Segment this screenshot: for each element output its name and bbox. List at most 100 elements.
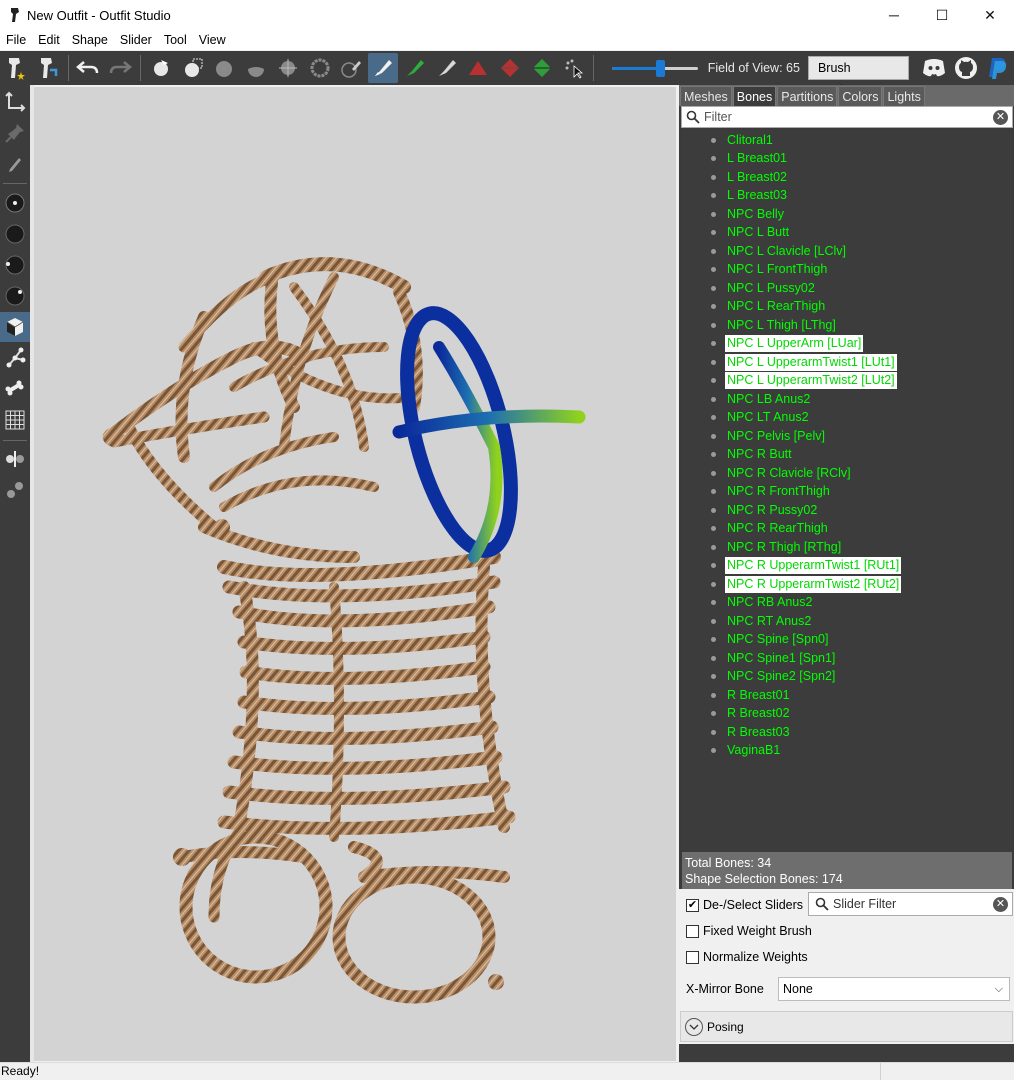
alpha-brush-button[interactable]	[432, 53, 462, 83]
sphere-point-icon	[5, 193, 25, 213]
show-bones-button[interactable]	[0, 374, 30, 404]
symmetric-view-button[interactable]	[0, 444, 30, 474]
bone-list-item[interactable]: NPC RB Anus2	[682, 594, 814, 612]
menu-slider[interactable]: Slider	[114, 30, 158, 50]
bone-filter-input[interactable]: Filter ✕	[681, 106, 1013, 128]
fixed-weight-brush-checkbox[interactable]	[686, 924, 699, 938]
bone-list-item[interactable]: NPC LB Anus2	[682, 390, 812, 408]
bone-list-item[interactable]: NPC R Thigh [RThg]	[682, 538, 843, 556]
bone-list-item[interactable]: NPC R RearThigh	[682, 520, 830, 538]
deflate-brush-button[interactable]	[241, 53, 271, 83]
close-button[interactable]: ✕	[966, 0, 1014, 30]
tab-meshes[interactable]: Meshes	[680, 86, 732, 106]
bone-list-item[interactable]: NPC L UpperarmTwist1 [LUt1]	[682, 353, 897, 371]
bone-list-item[interactable]: NPC R Clavicle [RClv]	[682, 464, 853, 482]
bone-list-item[interactable]: NPC R Pussy02	[682, 501, 819, 519]
load-reference-button[interactable]	[33, 53, 63, 83]
show-shading-button[interactable]	[0, 281, 30, 311]
bone-list-item[interactable]: NPC L FrontThigh	[682, 261, 829, 279]
smooth-brush-button[interactable]	[305, 53, 335, 83]
select-tool-button[interactable]	[146, 53, 176, 83]
discord-button[interactable]	[920, 53, 950, 83]
normalize-weights-option[interactable]: Normalize Weights	[686, 950, 808, 964]
clear-filter-icon[interactable]: ✕	[993, 110, 1008, 125]
tab-partitions[interactable]: Partitions	[777, 86, 838, 106]
deselect-sliders-checkbox[interactable]: ✔	[686, 898, 699, 912]
deselect-sliders-option[interactable]: ✔ De-/Select Sliders	[686, 898, 803, 912]
field-of-view-slider[interactable]	[612, 53, 698, 83]
bone-list-item[interactable]: NPC R FrontThigh	[682, 483, 832, 501]
bone-list-item[interactable]: NPC L RearThigh	[682, 298, 827, 316]
bone-list-item[interactable]: NPC R Butt	[682, 446, 794, 464]
bone-list-item[interactable]: NPC RT Anus2	[682, 612, 813, 630]
bone-list-item[interactable]: NPC R UpperarmTwist2 [RUt2]	[682, 575, 902, 593]
bone-list-item[interactable]: L Breast03	[682, 187, 789, 205]
move-vertex-button[interactable]	[559, 53, 589, 83]
slider-filter-input[interactable]: Slider Filter ✕	[808, 892, 1013, 916]
bone-list-item[interactable]: R Breast01	[682, 686, 792, 704]
menu-tool[interactable]: Tool	[158, 30, 193, 50]
flip-edge-button[interactable]	[495, 53, 525, 83]
bone-list-item[interactable]: NPC Spine1 [Spn1]	[682, 649, 837, 667]
bone-list-item[interactable]: R Breast03	[682, 723, 792, 741]
tab-lights[interactable]: Lights	[883, 86, 925, 106]
x-mirror-bone-select[interactable]: None ⌵	[778, 977, 1010, 1001]
separate-view-button[interactable]	[0, 475, 30, 505]
inflate-brush-button[interactable]	[209, 53, 239, 83]
bone-list-item[interactable]: NPC L UpperarmTwist2 [LUt2]	[682, 372, 897, 390]
show-lighting-button[interactable]	[0, 250, 30, 280]
split-edge-button[interactable]	[527, 53, 557, 83]
show-vertices-button[interactable]	[0, 343, 30, 373]
bones-list[interactable]: Clitoral1 L Breast01 L Breast02 L Breast03 N…	[682, 130, 1012, 890]
tab-colors[interactable]: Colors	[838, 86, 883, 106]
bone-list-item[interactable]: NPC R UpperarmTwist1 [RUt1]	[682, 557, 902, 575]
bone-list-item[interactable]: R Breast02	[682, 705, 792, 723]
bone-list-item[interactable]: NPC Spine2 [Spn2]	[682, 668, 837, 686]
maximize-button[interactable]: ☐	[918, 0, 966, 30]
bone-list-item[interactable]: NPC L Pussy02	[682, 279, 817, 297]
show-textures-button[interactable]	[0, 312, 30, 342]
fixed-weight-brush-option[interactable]: Fixed Weight Brush	[686, 924, 812, 938]
posing-section-header[interactable]: Posing	[680, 1011, 1013, 1042]
bone-list-item[interactable]: L Breast02	[682, 168, 789, 186]
menu-shape[interactable]: Shape	[66, 30, 114, 50]
new-project-button[interactable]	[1, 53, 31, 83]
menu-file[interactable]: File	[0, 30, 32, 50]
show-solid-button[interactable]	[0, 219, 30, 249]
3d-viewport[interactable]	[34, 87, 676, 1061]
bone-list-item[interactable]: L Breast01	[682, 150, 789, 168]
paypal-button[interactable]	[983, 53, 1013, 83]
color-brush-button[interactable]	[400, 53, 430, 83]
undo-button[interactable]	[73, 53, 103, 83]
bone-list-item[interactable]: NPC Pelvis [Pelv]	[682, 427, 827, 445]
collapse-vertex-button[interactable]	[463, 53, 493, 83]
pivot-tool-button[interactable]	[0, 118, 30, 148]
bone-list-item[interactable]: VaginaB1	[682, 742, 782, 760]
bone-list-item[interactable]: NPC Belly	[682, 205, 786, 223]
fov-slider-thumb[interactable]	[655, 60, 665, 77]
tab-bones[interactable]: Bones	[732, 86, 777, 106]
mask-brush-button[interactable]	[178, 53, 208, 83]
show-wireframe-point-button[interactable]	[0, 188, 30, 218]
bone-list-item[interactable]: NPC LT Anus2	[682, 409, 811, 427]
clear-slider-filter-icon[interactable]: ✕	[993, 897, 1008, 912]
bone-list-item[interactable]: NPC L UpperArm [LUar]	[682, 335, 864, 353]
bone-list-item[interactable]: NPC L Clavicle [LClv]	[682, 242, 848, 260]
bone-list-item[interactable]: NPC L Butt	[682, 224, 791, 242]
bone-list-item[interactable]: Clitoral1	[682, 131, 775, 149]
bone-list-item[interactable]: NPC L Thigh [LThg]	[682, 316, 838, 334]
transform-tool-button[interactable]	[0, 87, 30, 117]
menu-edit[interactable]: Edit	[32, 30, 66, 50]
move-brush-button[interactable]	[273, 53, 303, 83]
show-grid-button[interactable]	[0, 405, 30, 435]
redo-button[interactable]	[105, 53, 135, 83]
normalize-weights-checkbox[interactable]	[686, 950, 699, 964]
github-button[interactable]	[951, 53, 981, 83]
brush-settings-button[interactable]: Brush Settings	[807, 56, 909, 97]
weight-brush-button[interactable]	[368, 53, 398, 83]
undiff-brush-button[interactable]	[336, 53, 366, 83]
minimize-button[interactable]: ─	[870, 0, 918, 30]
menu-view[interactable]: View	[193, 30, 232, 50]
vertex-edit-button[interactable]	[0, 149, 30, 179]
bone-list-item[interactable]: NPC Spine [Spn0]	[682, 631, 830, 649]
